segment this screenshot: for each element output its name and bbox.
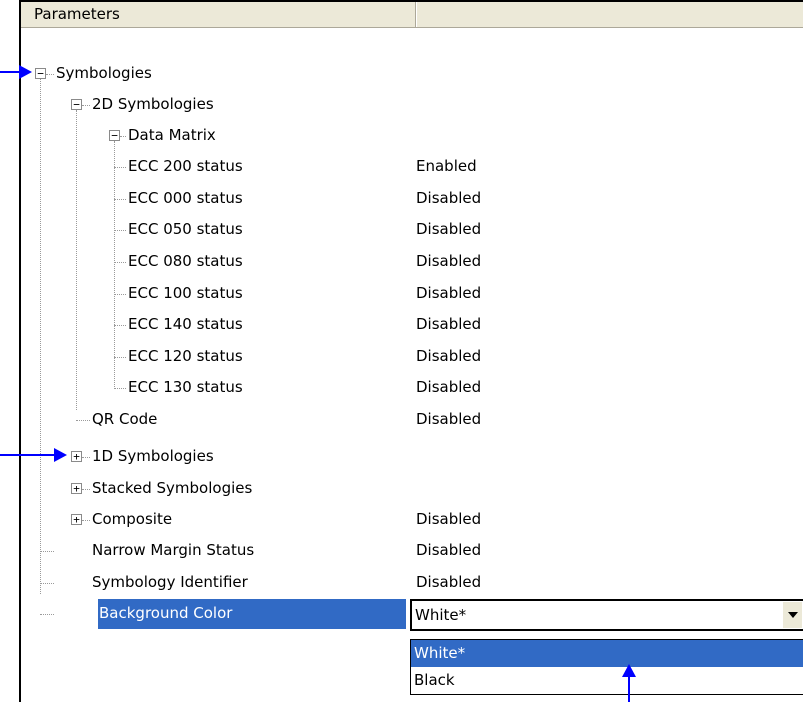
- annotation-arrows: [0, 65, 636, 702]
- arrow-to-1d-symbologies: [0, 448, 67, 462]
- arrow-to-dropdown: [622, 664, 636, 702]
- arrow-to-symbologies: [0, 65, 32, 79]
